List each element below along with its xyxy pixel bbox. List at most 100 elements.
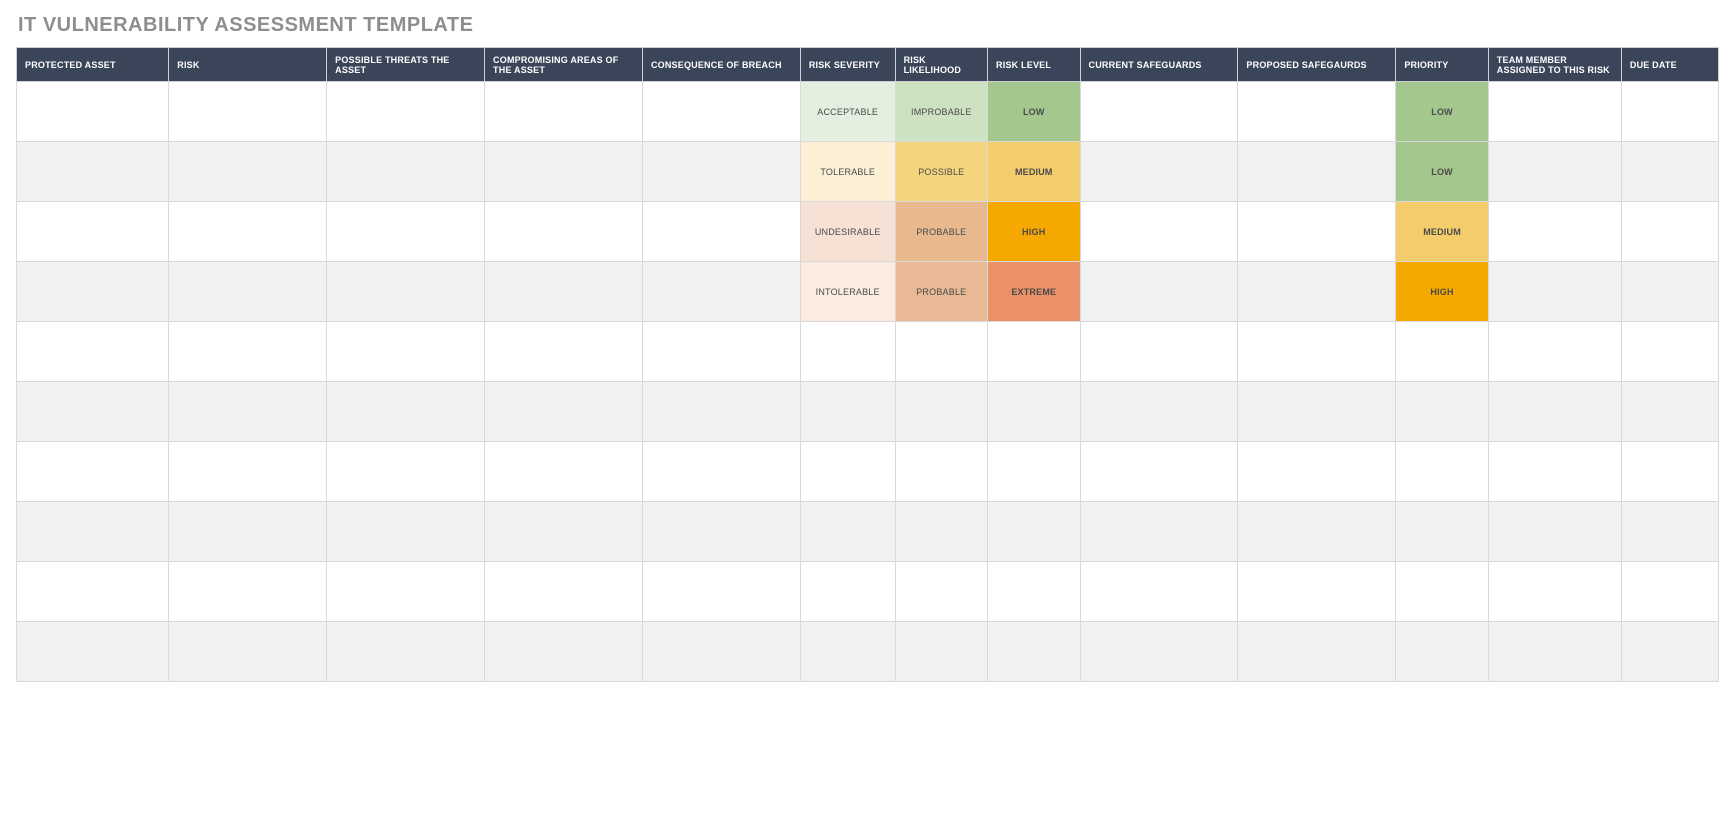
table-cell[interactable]	[485, 382, 643, 442]
cell-priority[interactable]: LOW	[1396, 82, 1488, 142]
table-cell[interactable]	[1488, 322, 1621, 382]
table-cell[interactable]	[1621, 382, 1718, 442]
cell-risk-likelihood[interactable]: IMPROBABLE	[895, 82, 987, 142]
table-cell[interactable]	[169, 202, 327, 262]
table-cell[interactable]	[800, 442, 895, 502]
table-cell[interactable]	[1080, 442, 1238, 502]
table-cell[interactable]	[895, 562, 987, 622]
table-cell[interactable]	[895, 502, 987, 562]
table-cell[interactable]	[1238, 382, 1396, 442]
table-cell[interactable]	[1080, 622, 1238, 682]
table-cell[interactable]	[1238, 202, 1396, 262]
cell-priority[interactable]: MEDIUM	[1396, 202, 1488, 262]
table-cell[interactable]	[988, 502, 1080, 562]
table-cell[interactable]	[327, 262, 485, 322]
table-cell[interactable]	[17, 202, 169, 262]
cell-risk-level[interactable]: MEDIUM	[988, 142, 1080, 202]
table-cell[interactable]	[1621, 562, 1718, 622]
table-cell[interactable]	[485, 442, 643, 502]
table-cell[interactable]	[327, 382, 485, 442]
table-cell[interactable]	[1238, 562, 1396, 622]
table-cell[interactable]	[800, 322, 895, 382]
table-cell[interactable]	[327, 202, 485, 262]
table-cell[interactable]	[327, 322, 485, 382]
table-cell[interactable]	[1238, 502, 1396, 562]
table-cell[interactable]	[1238, 442, 1396, 502]
table-cell[interactable]	[642, 262, 800, 322]
cell-risk-likelihood[interactable]: PROBABLE	[895, 202, 987, 262]
table-cell[interactable]	[327, 442, 485, 502]
table-cell[interactable]	[327, 142, 485, 202]
table-cell[interactable]	[169, 142, 327, 202]
table-cell[interactable]	[642, 502, 800, 562]
cell-risk-severity[interactable]: TOLERABLE	[800, 142, 895, 202]
table-cell[interactable]	[1621, 142, 1718, 202]
table-cell[interactable]	[327, 562, 485, 622]
table-cell[interactable]	[642, 82, 800, 142]
table-cell[interactable]	[988, 322, 1080, 382]
table-cell[interactable]	[327, 502, 485, 562]
table-cell[interactable]	[485, 562, 643, 622]
table-cell[interactable]	[17, 322, 169, 382]
table-cell[interactable]	[1238, 262, 1396, 322]
table-cell[interactable]	[169, 502, 327, 562]
table-cell[interactable]	[988, 562, 1080, 622]
table-cell[interactable]	[485, 202, 643, 262]
table-cell[interactable]	[800, 502, 895, 562]
table-cell[interactable]	[1396, 562, 1488, 622]
table-cell[interactable]	[1621, 442, 1718, 502]
table-cell[interactable]	[642, 562, 800, 622]
table-cell[interactable]	[485, 622, 643, 682]
table-cell[interactable]	[1238, 622, 1396, 682]
table-cell[interactable]	[1488, 142, 1621, 202]
table-cell[interactable]	[169, 562, 327, 622]
table-cell[interactable]	[1488, 622, 1621, 682]
cell-risk-likelihood[interactable]: PROBABLE	[895, 262, 987, 322]
cell-risk-severity[interactable]: UNDESIRABLE	[800, 202, 895, 262]
table-cell[interactable]	[169, 262, 327, 322]
table-cell[interactable]	[1488, 502, 1621, 562]
table-cell[interactable]	[1488, 442, 1621, 502]
table-cell[interactable]	[642, 622, 800, 682]
table-cell[interactable]	[800, 622, 895, 682]
table-cell[interactable]	[642, 142, 800, 202]
table-cell[interactable]	[895, 442, 987, 502]
table-cell[interactable]	[1488, 562, 1621, 622]
table-cell[interactable]	[17, 442, 169, 502]
table-cell[interactable]	[1080, 262, 1238, 322]
table-cell[interactable]	[1488, 82, 1621, 142]
cell-priority[interactable]: LOW	[1396, 142, 1488, 202]
table-cell[interactable]	[895, 322, 987, 382]
table-cell[interactable]	[17, 142, 169, 202]
table-cell[interactable]	[1621, 202, 1718, 262]
table-cell[interactable]	[1488, 202, 1621, 262]
table-cell[interactable]	[1238, 82, 1396, 142]
table-cell[interactable]	[1621, 82, 1718, 142]
table-cell[interactable]	[1238, 142, 1396, 202]
table-cell[interactable]	[1488, 262, 1621, 322]
table-cell[interactable]	[17, 562, 169, 622]
table-cell[interactable]	[1621, 622, 1718, 682]
cell-risk-severity[interactable]: INTOLERABLE	[800, 262, 895, 322]
table-cell[interactable]	[1396, 442, 1488, 502]
table-cell[interactable]	[1080, 142, 1238, 202]
table-cell[interactable]	[642, 382, 800, 442]
table-cell[interactable]	[1621, 322, 1718, 382]
table-cell[interactable]	[1396, 382, 1488, 442]
table-cell[interactable]	[485, 322, 643, 382]
table-cell[interactable]	[169, 622, 327, 682]
table-cell[interactable]	[1396, 502, 1488, 562]
table-cell[interactable]	[17, 382, 169, 442]
table-cell[interactable]	[642, 322, 800, 382]
table-cell[interactable]	[17, 622, 169, 682]
cell-risk-level[interactable]: HIGH	[988, 202, 1080, 262]
table-cell[interactable]	[485, 82, 643, 142]
table-cell[interactable]	[17, 262, 169, 322]
table-cell[interactable]	[1080, 82, 1238, 142]
table-cell[interactable]	[642, 442, 800, 502]
table-cell[interactable]	[1396, 622, 1488, 682]
table-cell[interactable]	[169, 322, 327, 382]
table-cell[interactable]	[169, 382, 327, 442]
table-cell[interactable]	[895, 382, 987, 442]
table-cell[interactable]	[1621, 502, 1718, 562]
